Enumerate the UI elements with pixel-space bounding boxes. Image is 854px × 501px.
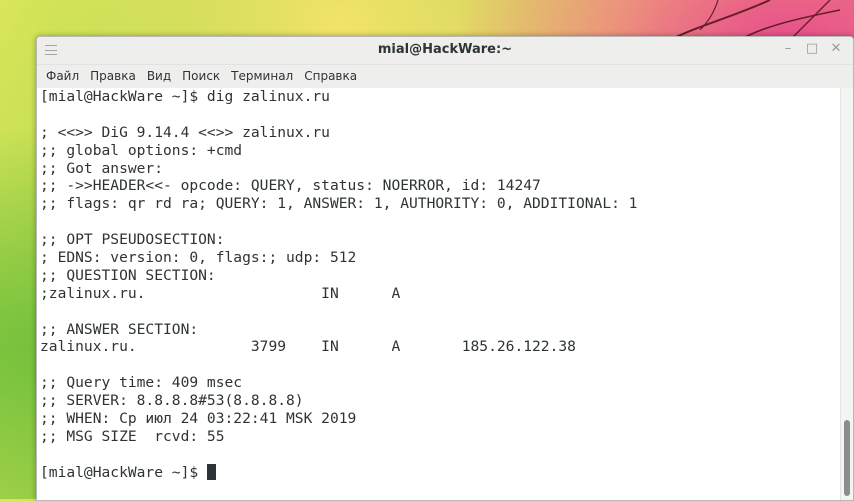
terminal-scrollbar[interactable] bbox=[840, 88, 853, 500]
terminal-line: ; <<>> DiG 9.14.4 <<>> zalinux.ru bbox=[40, 123, 330, 141]
terminal-cursor bbox=[206, 463, 216, 480]
menu-view[interactable]: Вид bbox=[141, 65, 176, 88]
terminal-output[interactable]: [mial@HackWare ~]$ dig zalinux.ru ; <<>> … bbox=[37, 88, 841, 500]
menu-search[interactable]: Поиск bbox=[176, 65, 225, 88]
scrollbar-thumb[interactable] bbox=[844, 420, 850, 496]
terminal-line: ;; SERVER: 8.8.8.8#53(8.8.8.8) bbox=[40, 392, 304, 410]
window-title: mial@HackWare:~ bbox=[377, 42, 513, 57]
titlebar[interactable]: mial@HackWare:~ – □ ✕ bbox=[37, 37, 853, 65]
window-controls: – □ ✕ bbox=[781, 41, 843, 57]
menu-edit[interactable]: Правка bbox=[84, 65, 141, 88]
menu-help[interactable]: Справка bbox=[298, 65, 362, 88]
menubar: Файл Правка Вид Поиск Терминал Справка bbox=[37, 65, 853, 89]
wallpaper-branch bbox=[669, 0, 841, 40]
terminal-line: ;; global options: +cmd bbox=[40, 141, 243, 159]
terminal-line: ;; ANSWER SECTION: bbox=[40, 320, 199, 338]
terminal-line: ;; OPT PSEUDOSECTION: bbox=[40, 231, 225, 249]
maximize-icon[interactable]: □ bbox=[805, 41, 819, 57]
terminal-line: ; EDNS: version: 0, flags:; udp: 512 bbox=[40, 249, 357, 267]
terminal-window: mial@HackWare:~ – □ ✕ Файл Правка Вид По… bbox=[36, 36, 854, 501]
terminal-line: ;zalinux.ru. IN A bbox=[40, 284, 401, 302]
terminal-line: ;; ->>HEADER<<- opcode: QUERY, status: N… bbox=[40, 177, 541, 195]
terminal-line: ;; flags: qr rd ra; QUERY: 1, ANSWER: 1,… bbox=[40, 195, 638, 213]
terminal-line: zalinux.ru. 3799 IN A 185.26.122.38 bbox=[40, 338, 576, 356]
terminal-prompt: [mial@HackWare ~]$ bbox=[40, 463, 207, 481]
minimize-icon[interactable]: – bbox=[781, 41, 795, 57]
menu-file[interactable]: Файл bbox=[40, 65, 84, 88]
close-icon[interactable]: ✕ bbox=[829, 41, 843, 57]
terminal-line: ;; QUESTION SECTION: bbox=[40, 266, 216, 284]
menu-terminal[interactable]: Терминал bbox=[225, 65, 298, 88]
terminal-line: [mial@HackWare ~]$ dig zalinux.ru bbox=[40, 88, 330, 105]
terminal-line: ;; MSG SIZE rcvd: 55 bbox=[40, 427, 225, 445]
terminal-prompt-line[interactable]: [mial@HackWare ~]$ bbox=[40, 463, 841, 482]
terminal-line: ;; Query time: 409 msec bbox=[40, 374, 243, 392]
terminal-line: ;; WHEN: Ср июл 24 03:22:41 MSK 2019 bbox=[40, 410, 357, 428]
terminal-line: ;; Got answer: bbox=[40, 159, 164, 177]
